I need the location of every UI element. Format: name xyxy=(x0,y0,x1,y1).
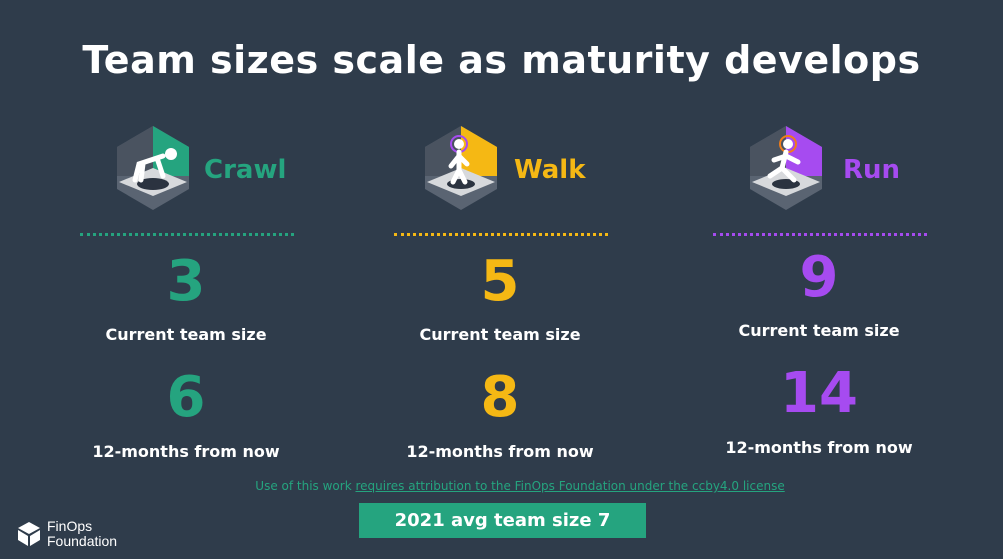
future-team-size-value: 8 xyxy=(480,365,520,430)
dotted-divider xyxy=(713,233,927,236)
stage-run: Run 9 Current team size 14 12-months fro… xyxy=(703,120,983,457)
walking-person-icon xyxy=(425,126,497,210)
stage-header: Crawl xyxy=(70,120,350,210)
running-person-icon xyxy=(750,126,822,210)
crawling-person-icon xyxy=(117,126,189,210)
average-team-size-banner: 2021 avg team size 7 xyxy=(359,503,646,538)
stage-crawl: Crawl 3 Current team size 6 12-months fr… xyxy=(70,120,350,461)
future-team-size-value: 14 xyxy=(780,361,858,426)
future-team-size-label: 12-months from now xyxy=(92,442,280,461)
stage-name: Run xyxy=(843,155,901,185)
page-title: Team sizes scale as maturity develops xyxy=(82,38,921,82)
future-team-size-value: 6 xyxy=(166,365,206,430)
finops-foundation-logo: FinOps Foundation xyxy=(16,519,136,551)
attribution-notice: Use of this work requires attribution to… xyxy=(0,479,1003,493)
cube-logo-icon xyxy=(18,522,40,546)
stage-header: Run xyxy=(703,120,983,210)
logo-line-2: Foundation xyxy=(47,533,118,549)
logo-text: FinOps Foundation xyxy=(47,519,117,549)
stage-name: Walk xyxy=(514,155,586,185)
dotted-divider xyxy=(394,233,608,236)
dotted-divider xyxy=(80,233,294,236)
future-team-size-label: 12-months from now xyxy=(406,442,594,461)
attribution-prefix: Use of this work xyxy=(255,479,356,493)
attribution-license-link[interactable]: requires attribution to the FinOps Found… xyxy=(355,479,784,493)
current-team-size-value: 9 xyxy=(799,245,839,310)
current-team-size-label: Current team size xyxy=(105,325,267,344)
current-team-size-value: 3 xyxy=(166,249,206,314)
logo-line-1: FinOps xyxy=(47,518,93,534)
stage-header: Walk xyxy=(384,120,664,210)
current-team-size-label: Current team size xyxy=(738,321,900,340)
future-team-size-label: 12-months from now xyxy=(725,438,913,457)
stage-name: Crawl xyxy=(204,155,287,185)
current-team-size-label: Current team size xyxy=(419,325,581,344)
stage-walk: Walk 5 Current team size 8 12-months fro… xyxy=(384,120,664,461)
current-team-size-value: 5 xyxy=(480,249,520,314)
